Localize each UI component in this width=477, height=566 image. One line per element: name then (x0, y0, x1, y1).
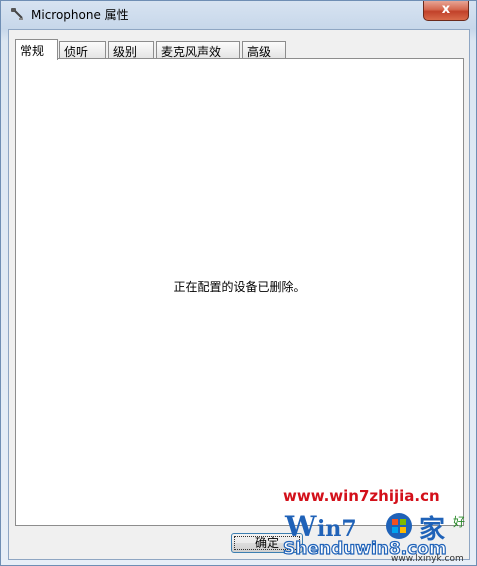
title-bar[interactable]: Microphone 属性 x (1, 1, 477, 29)
tab-panel-general: 正在配置的设备已删除。 (15, 58, 464, 526)
close-icon: x (441, 2, 451, 17)
svg-text:好: 好 (453, 515, 465, 529)
dialog-client-area: 常规 侦听 级别 麦克风声效 高级 正在配置的设备已删除。 确定 (8, 29, 470, 560)
watermark-sub: www.lxinyk.com (391, 554, 464, 564)
device-removed-message: 正在配置的设备已删除。 (173, 280, 306, 294)
tab-enhancements[interactable]: 麦克风声效 (156, 41, 240, 59)
tab-levels[interactable]: 级别 (108, 41, 154, 59)
tab-general[interactable]: 常规 (15, 39, 58, 60)
close-button[interactable]: x (423, 1, 469, 21)
watermark-url: www.win7zhijia.cn (283, 487, 440, 505)
tab-listen[interactable]: 侦听 (59, 41, 106, 59)
tab-advanced[interactable]: 高级 (242, 41, 286, 59)
window-title: Microphone 属性 (31, 8, 129, 22)
microphone-icon (11, 8, 23, 20)
properties-window: Microphone 属性 x 常规 侦听 级别 麦克风声效 高级 正在配置的设… (0, 0, 477, 566)
